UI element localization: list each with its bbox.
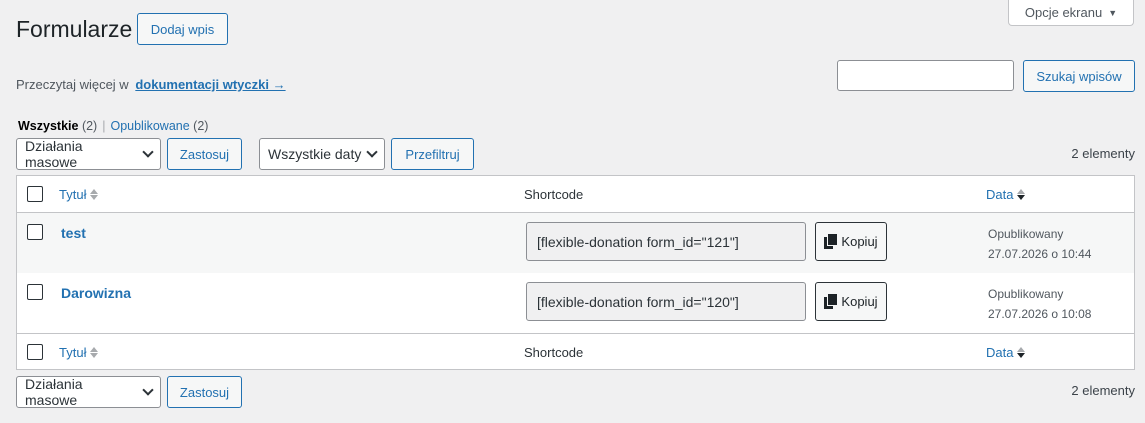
forms-table: Tytuł Shortcode Data test [flexible-dona… (16, 175, 1135, 370)
post-title-link[interactable]: Darowizna (61, 285, 131, 301)
table-header: Tytuł Shortcode Data (17, 176, 1134, 213)
post-title-link[interactable]: test (61, 225, 86, 241)
search-button[interactable]: Szukaj wpisów (1023, 60, 1135, 92)
filter-button[interactable]: Przefiltruj (391, 138, 474, 170)
post-status: Opublikowany (988, 287, 1064, 301)
copy-icon (824, 294, 838, 309)
view-all[interactable]: Wszystkie (2) (18, 119, 97, 133)
page-title: Formularze (16, 16, 133, 42)
copy-icon (824, 234, 838, 249)
chevron-down-icon (142, 384, 154, 396)
column-date-label: Data (986, 345, 1014, 360)
date-cell: Opublikowany 27.07.2026 o 10:08 (988, 284, 1091, 324)
column-date-sort-footer[interactable]: Data (986, 345, 1026, 360)
select-all-checkbox-footer[interactable] (27, 344, 43, 360)
add-post-button[interactable]: Dodaj wpis (137, 13, 228, 45)
bulk-actions-value: Działania masowe (25, 138, 83, 170)
copy-label: Kopiuj (841, 294, 878, 309)
apply-button-top[interactable]: Zastosuj (167, 138, 242, 170)
views-separator: | (102, 119, 106, 133)
date-cell: Opublikowany 27.07.2026 o 10:44 (988, 224, 1091, 264)
search-input[interactable] (837, 60, 1014, 91)
column-title-label: Tytuł (59, 187, 87, 202)
post-date: 27.07.2026 o 10:44 (988, 247, 1092, 261)
table-footer: Tytuł Shortcode Data (17, 333, 1134, 370)
chevron-down-icon (142, 146, 154, 158)
column-title-label: Tytuł (59, 345, 87, 360)
items-count-top: 2 elementy (1071, 146, 1135, 161)
shortcode-field[interactable]: [flexible-donation form_id="120"] (526, 282, 806, 321)
sort-icon (90, 189, 99, 200)
bulk-actions-select-top[interactable]: Działania masowe (16, 138, 161, 170)
sort-icon (90, 347, 99, 358)
post-date: 27.07.2026 o 10:08 (988, 307, 1092, 321)
apply-button-bottom[interactable]: Zastosuj (167, 376, 242, 408)
post-status: Opublikowany (988, 227, 1064, 241)
screen-options-button[interactable]: Opcje ekranu ▼ (1008, 0, 1134, 26)
status-views: Wszystkie (2) | Opublikowane (2) (18, 119, 208, 133)
select-all-checkbox[interactable] (27, 186, 43, 202)
table-row: Darowizna [flexible-donation form_id="12… (17, 273, 1134, 333)
date-filter-value: Wszystkie daty (268, 146, 362, 162)
caret-down-icon: ▼ (1108, 7, 1118, 18)
date-filter-select[interactable]: Wszystkie daty (259, 138, 385, 170)
copy-button[interactable]: Kopiuj (815, 282, 887, 321)
view-published[interactable]: Opublikowane (2) (110, 119, 208, 133)
documentation-note: Przeczytaj więcej w dokumentacji wtyczki… (16, 77, 286, 92)
table-row: test [flexible-donation form_id="121"] K… (17, 213, 1134, 273)
column-date-label: Data (986, 187, 1014, 202)
column-title-sort[interactable]: Tytuł (59, 187, 99, 202)
row-checkbox[interactable] (27, 284, 43, 300)
column-shortcode-label: Shortcode (524, 345, 584, 360)
documentation-link[interactable]: dokumentacji wtyczki → (135, 77, 285, 92)
shortcode-field[interactable]: [flexible-donation form_id="121"] (526, 222, 806, 261)
column-shortcode-label: Shortcode (524, 187, 584, 202)
column-date-sort[interactable]: Data (986, 187, 1026, 202)
copy-button[interactable]: Kopiuj (815, 222, 887, 261)
screen-options-label: Opcje ekranu (1024, 5, 1103, 20)
sort-desc-icon (1017, 189, 1026, 200)
documentation-text: Przeczytaj więcej w (16, 77, 129, 92)
copy-label: Kopiuj (841, 234, 878, 249)
chevron-down-icon (366, 146, 378, 158)
bulk-actions-value: Działania masowe (25, 376, 83, 408)
items-count-bottom: 2 elementy (1071, 383, 1135, 398)
column-title-sort-footer[interactable]: Tytuł (59, 345, 99, 360)
sort-desc-icon (1017, 347, 1026, 358)
row-checkbox[interactable] (27, 224, 43, 240)
bulk-actions-select-bottom[interactable]: Działania masowe (16, 376, 161, 408)
